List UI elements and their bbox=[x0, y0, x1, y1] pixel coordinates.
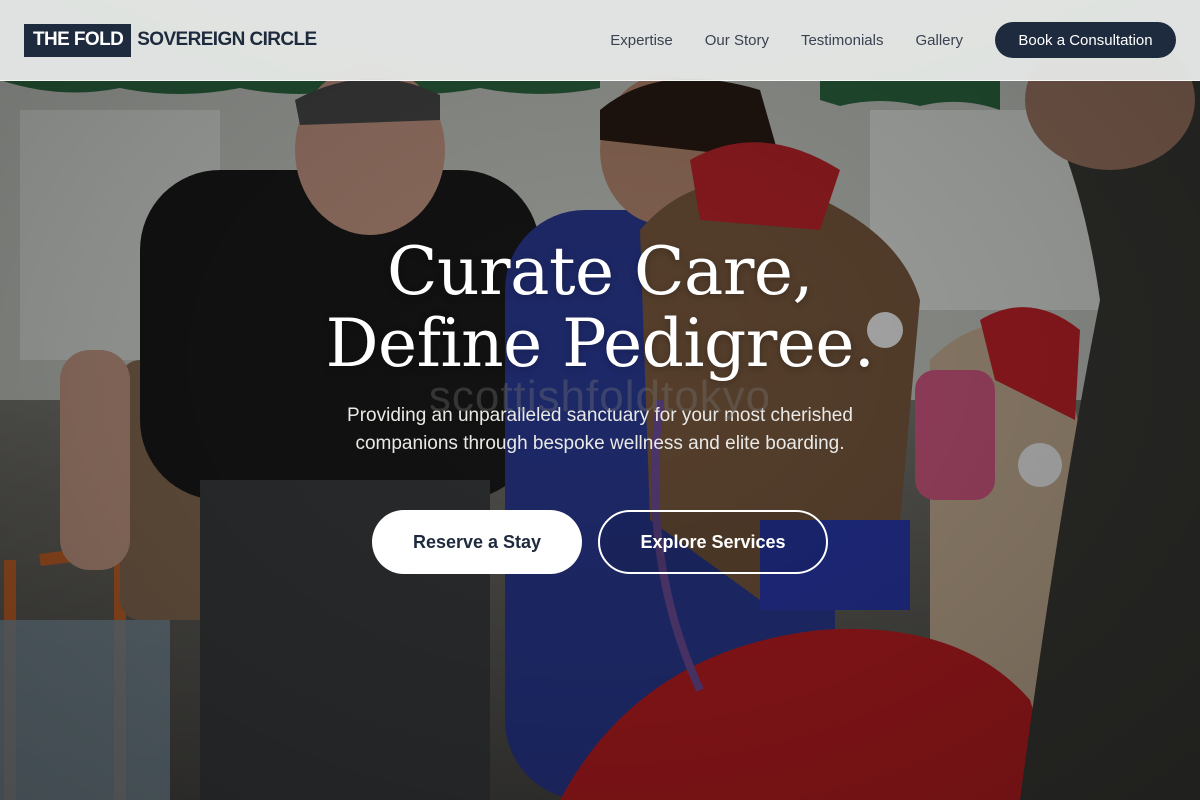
hero-cta-row: Reserve a Stay Explore Services bbox=[0, 510, 1200, 574]
nav-link-expertise[interactable]: Expertise bbox=[610, 32, 673, 49]
top-navigation-bar: THE FOLD SOVEREIGN CIRCLE Expertise Our … bbox=[0, 0, 1200, 81]
brand-name: SOVEREIGN CIRCLE bbox=[137, 29, 317, 50]
book-consultation-button[interactable]: Book a Consultation bbox=[995, 22, 1176, 58]
nav-links: Expertise Our Story Testimonials Gallery… bbox=[610, 22, 1176, 58]
hero-headline: Curate Care, Define Pedigree. bbox=[0, 236, 1200, 380]
explore-services-button[interactable]: Explore Services bbox=[598, 510, 828, 574]
hero-headline-line2: Define Pedigree. bbox=[325, 305, 875, 382]
reserve-stay-button[interactable]: Reserve a Stay bbox=[372, 510, 582, 574]
hero-headline-line1: Curate Care, bbox=[387, 233, 813, 310]
nav-link-gallery[interactable]: Gallery bbox=[915, 32, 963, 49]
hero-subtitle: Providing an unparalleled sanctuary for … bbox=[347, 405, 853, 454]
nav-link-testimonials[interactable]: Testimonials bbox=[801, 32, 884, 49]
brand-mark: THE FOLD bbox=[24, 23, 132, 57]
hero-section: scottishfoldtokyo Curate Care, Define Pe… bbox=[0, 236, 1200, 574]
brand-logo[interactable]: THE FOLD SOVEREIGN CIRCLE bbox=[24, 23, 317, 57]
nav-link-our-story[interactable]: Our Story bbox=[705, 32, 769, 49]
